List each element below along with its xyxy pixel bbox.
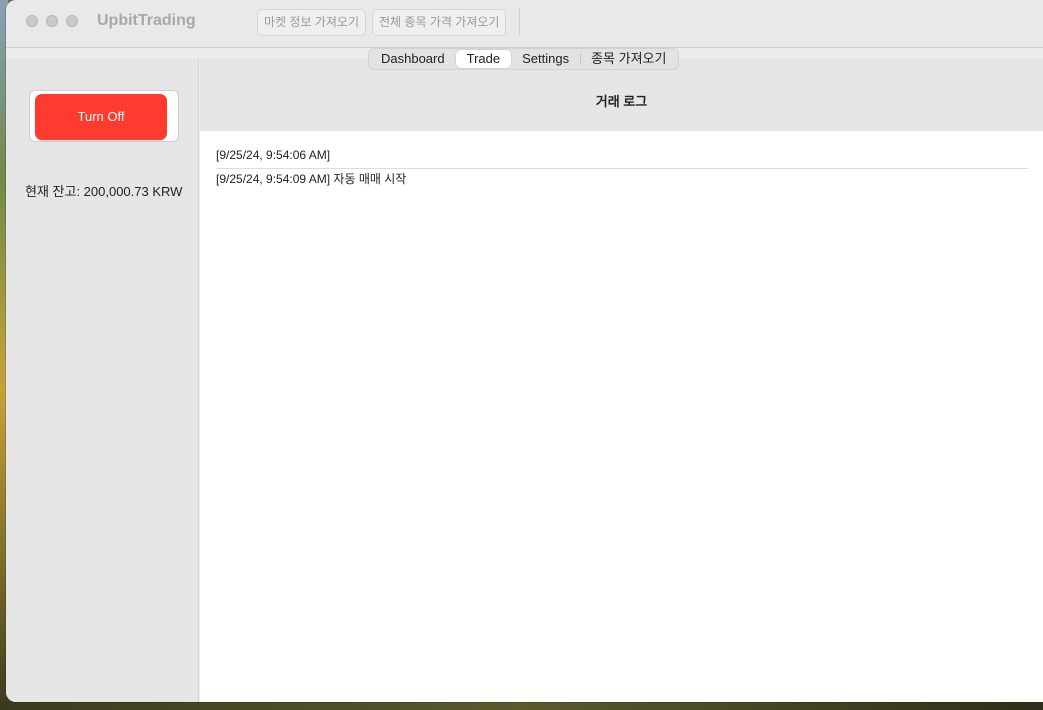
log-entry: [9/25/24, 9:54:06 AM] (216, 145, 1028, 169)
log-entry: [9/25/24, 9:54:09 AM] 자동 매매 시작 (216, 172, 407, 186)
log-list[interactable]: [9/25/24, 9:54:06 AM] [9/25/24, 9:54:09 … (216, 145, 1028, 193)
tab-settings[interactable]: Settings (511, 50, 580, 68)
tab-dashboard[interactable]: Dashboard (370, 50, 456, 68)
fetch-all-prices-button[interactable]: 전체 종목 가격 가져오기 (372, 9, 507, 36)
close-window-button[interactable] (26, 15, 38, 27)
title-bar: UpbitTrading 마켓 정보 가져오기 전체 종목 가격 가져오기 (6, 0, 1043, 48)
turn-off-button[interactable]: Turn Off (35, 94, 167, 140)
log-header: 거래 로그 (200, 74, 1043, 131)
power-button-container: Turn Off (29, 90, 179, 142)
minimize-window-button[interactable] (46, 15, 58, 27)
log-title: 거래 로그 (595, 94, 648, 109)
toolbar-divider (519, 8, 520, 36)
trade-log-panel: 거래 로그 [9/25/24, 9:54:06 AM] [9/25/24, 9:… (200, 59, 1043, 702)
tab-segmented-control: Dashboard Trade Settings 종목 가져오기 (368, 48, 680, 70)
sidebar: Turn Off 현재 잔고: 200,000.73 KRW (6, 59, 199, 702)
current-balance: 현재 잔고: 200,000.73 KRW (25, 184, 183, 199)
zoom-window-button[interactable] (66, 15, 78, 27)
app-title: UpbitTrading (97, 12, 196, 29)
tab-trade[interactable]: Trade (455, 50, 512, 68)
tab-fetch-symbols[interactable]: 종목 가져오기 (580, 50, 677, 68)
fetch-market-info-button[interactable]: 마켓 정보 가져오기 (257, 9, 366, 36)
desktop-wallpaper-bottom (0, 702, 1043, 710)
app-window: UpbitTrading 마켓 정보 가져오기 전체 종목 가격 가져오기 Da… (6, 0, 1043, 702)
